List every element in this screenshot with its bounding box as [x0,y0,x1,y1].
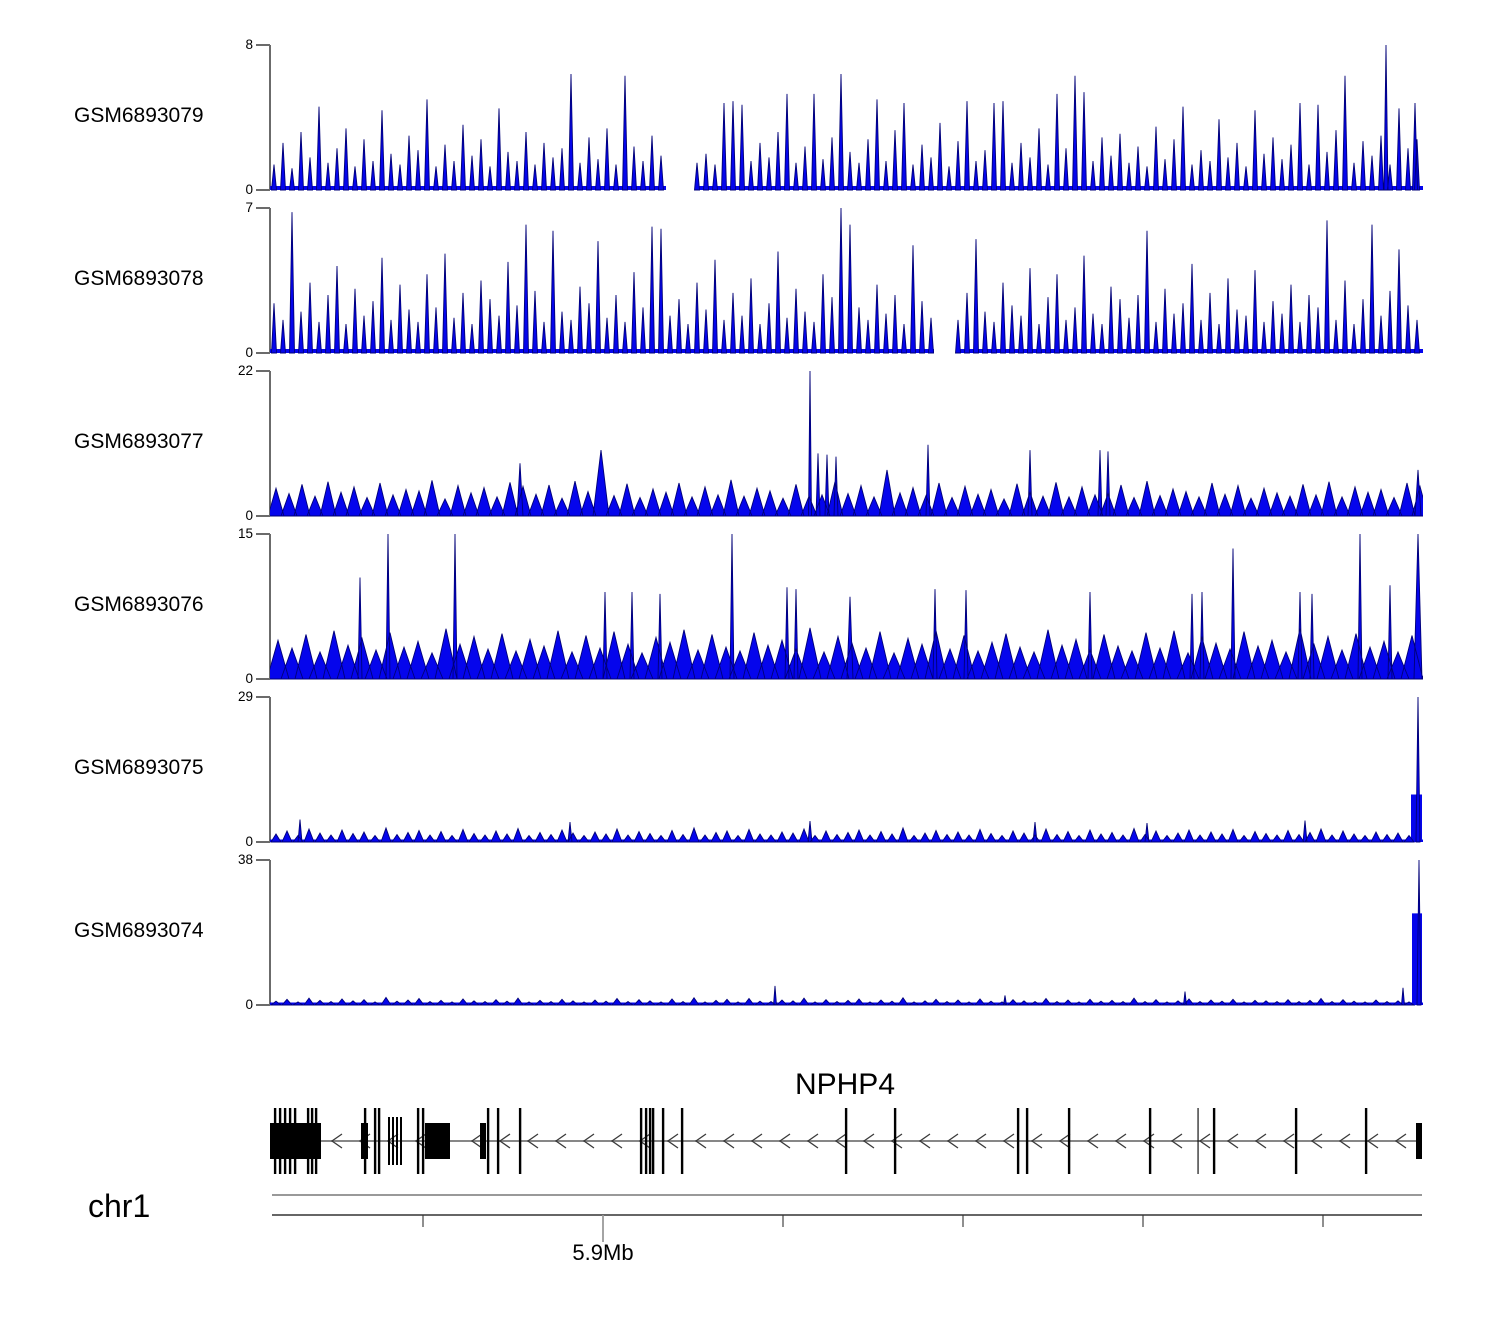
exon-line [1026,1108,1028,1174]
exon-line-medium [400,1117,402,1165]
track-label-GSM6893075: GSM6893075 [74,756,204,780]
y-axis-zero-label: 0 [195,508,253,523]
coverage-spikes [271,860,1421,1005]
exon-line [845,1108,847,1174]
exon-box [1416,1123,1422,1159]
exon-line [519,1108,521,1174]
y-axis-top-tick [256,207,270,209]
y-axis-max-label: 22 [195,363,253,378]
coverage-plot-GSM6893076 [270,534,1423,681]
coverage-spikes [271,697,1420,842]
coverage-spikes [272,208,1420,353]
coverage-plot-GSM6893075 [270,697,1423,844]
exon-line [364,1108,366,1174]
exon-line [652,1108,654,1174]
exon-line [274,1108,276,1174]
y-axis-top-tick [256,533,270,535]
exon-line [1068,1108,1070,1174]
exon-line [284,1108,286,1174]
coverage-plot-GSM6893074 [270,860,1423,1007]
y-axis-top-tick [256,370,270,372]
y-axis-bottom-tick [256,1004,270,1006]
exon-line [374,1108,376,1174]
y-axis-bottom-tick [256,189,270,191]
coverage-plot-GSM6893077 [270,371,1423,518]
genome-browser-figure: GSM6893079 8 0 GSM6893078 7 0 GSM6893077 22 0 GSM… [0,0,1500,1320]
track-label-GSM6893077: GSM6893077 [74,430,204,454]
exon-line [307,1108,309,1174]
exon-box [425,1123,450,1159]
y-axis-max-label: 7 [195,200,253,215]
exon-line [894,1108,896,1174]
exon-line-medium [392,1117,394,1165]
coverage-spikes [270,371,1423,516]
chromosome-label: chr1 [88,1188,150,1225]
coverage-baseline [270,913,1423,1005]
coverage-plot-GSM6893078 [270,208,1423,355]
y-axis-max-label: 29 [195,689,253,704]
y-axis-bottom-tick [256,841,270,843]
exon-line [1295,1108,1297,1174]
exon-line [662,1108,664,1174]
y-axis-top-tick [256,859,270,861]
exon-line [279,1108,281,1174]
exon-line [640,1108,642,1174]
track-label-GSM6893074: GSM6893074 [74,919,204,943]
exon-line [311,1108,313,1174]
y-axis-top-tick [256,44,270,46]
y-axis-bottom-tick [256,352,270,354]
track-label-GSM6893078: GSM6893078 [74,267,204,291]
exon-line-medium [388,1117,390,1165]
y-axis-max-label: 8 [195,37,253,52]
y-axis-zero-label: 0 [195,182,253,197]
exon-line [1017,1108,1019,1174]
exon-line [649,1108,651,1174]
gene-model-and-axis [0,1055,1500,1305]
y-axis-bottom-tick [256,515,270,517]
coverage-spikes [270,534,1423,679]
y-axis-zero-label: 0 [195,671,253,686]
coverage-plot-GSM6893079 [270,45,1423,192]
exon-box [480,1123,486,1159]
exon-line [422,1108,424,1174]
exon-line [294,1108,296,1174]
exon-line [1149,1108,1151,1174]
exon-line [497,1108,499,1174]
y-axis-max-label: 38 [195,852,253,867]
exon-line [289,1108,291,1174]
exon-line [681,1108,683,1174]
track-label-GSM6893076: GSM6893076 [74,593,204,617]
y-axis-zero-label: 0 [195,997,253,1012]
exon-line [487,1108,489,1174]
y-axis-top-tick [256,696,270,698]
exon-line [378,1108,380,1174]
exon-line [315,1108,317,1174]
y-axis-max-label: 15 [195,526,253,541]
exon-line [417,1108,419,1174]
exon-line [1365,1108,1367,1174]
exon-line-medium [396,1117,398,1165]
y-axis-bottom-tick [256,678,270,680]
genome-axis-tick-label: 5.9Mb [543,1240,663,1266]
exon-line [645,1108,647,1174]
track-label-GSM6893079: GSM6893079 [74,104,204,128]
exon-line [1213,1108,1215,1174]
y-axis-zero-label: 0 [195,345,253,360]
exon-line-thin [1198,1108,1199,1174]
y-axis-zero-label: 0 [195,834,253,849]
coverage-spikes [272,45,1420,190]
